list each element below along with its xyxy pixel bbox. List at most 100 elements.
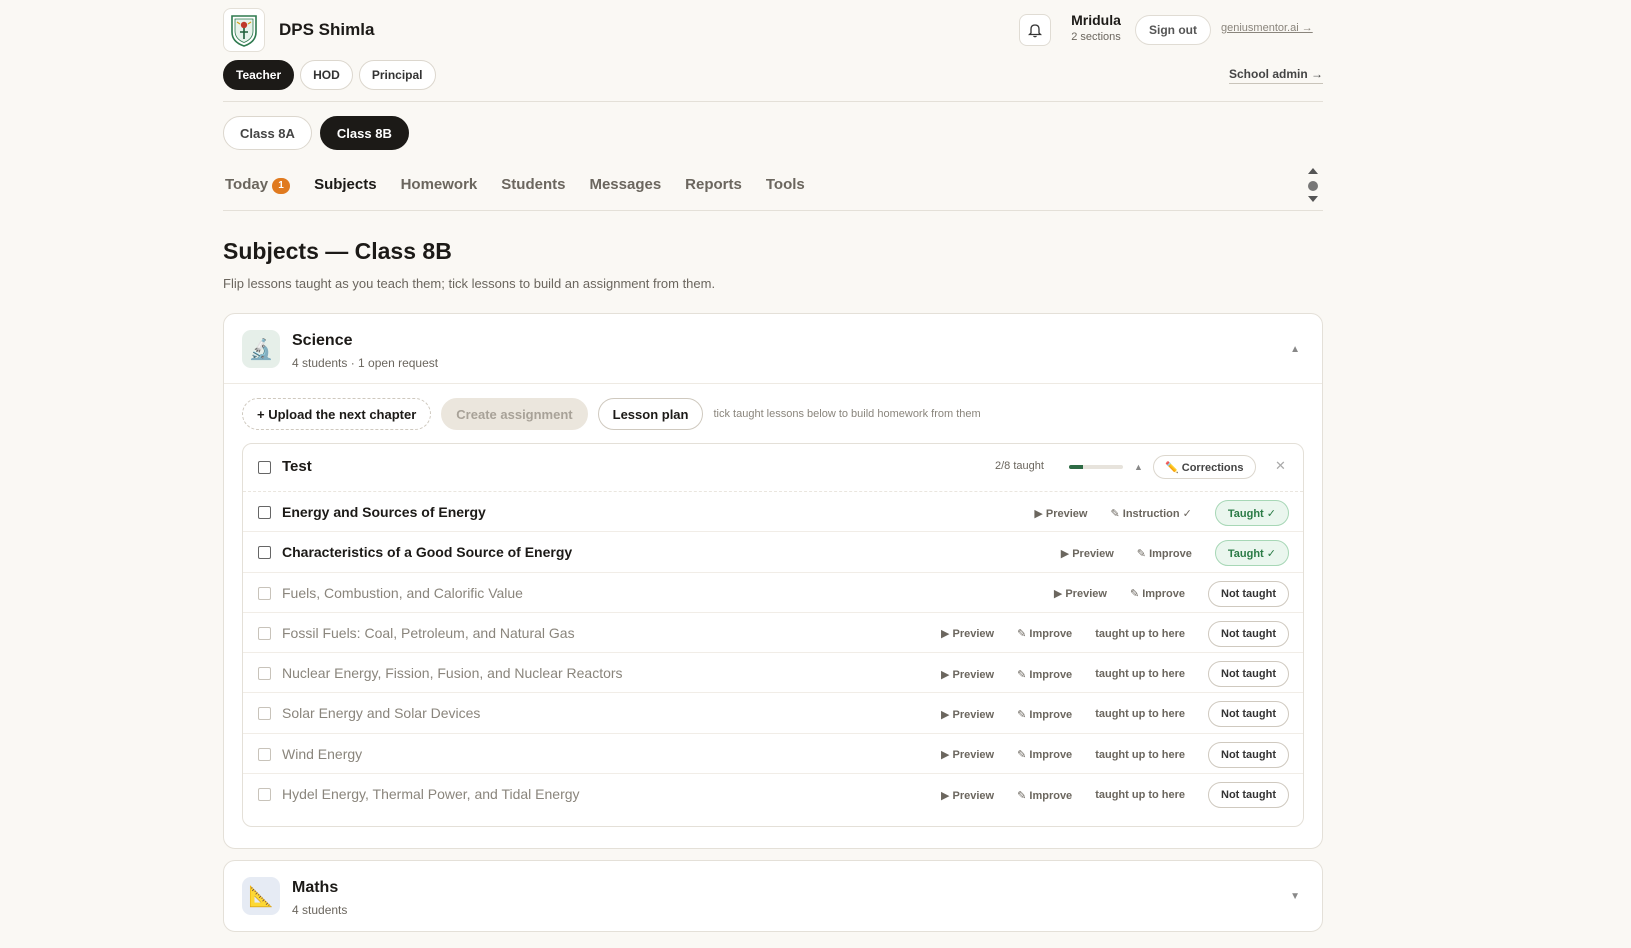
improve-button[interactable]: ✎ Improve <box>1017 708 1072 721</box>
lesson-status-toggle[interactable]: Not taught <box>1208 580 1289 607</box>
collapse-chevron-icon[interactable]: ▲ <box>1290 344 1300 355</box>
chapter-progress-label: 2/8 taught <box>995 460 1044 472</box>
lesson-checkbox[interactable] <box>258 667 271 681</box>
top-header: DPS Shimla Mridula 2 sections Sign out g… <box>223 8 1323 52</box>
class-8b[interactable]: Class 8B <box>319 116 409 150</box>
divider <box>224 383 1322 384</box>
lesson-row: Wind Energy ▶ Preview ✎ Improve taught up t… <box>243 734 1303 775</box>
lesson-status-toggle[interactable]: Not taught <box>1208 620 1289 647</box>
tab-reports[interactable]: Reports <box>685 176 742 194</box>
chapter-progress-bar <box>1069 465 1123 469</box>
lesson-title: Energy and Sources of Energy <box>282 504 486 520</box>
lesson-plan-button[interactable]: Lesson plan <box>597 398 704 430</box>
lesson-row: Solar Energy and Solar Devices ▶ Preview ✎… <box>243 693 1303 734</box>
class-switcher: Class 8A Class 8B <box>223 116 409 150</box>
set-square-icon: 📐 <box>242 877 280 915</box>
lesson-status-toggle[interactable]: Not taught <box>1208 782 1289 809</box>
lesson-status-toggle[interactable]: Not taught <box>1208 701 1289 728</box>
preview-button[interactable]: ▶ Preview <box>941 627 994 640</box>
role-switcher: Teacher HOD Principal <box>223 60 436 90</box>
taught-up-to-here-button[interactable]: taught up to here <box>1095 708 1185 720</box>
page-subtitle: Flip lessons taught as you teach them; t… <box>223 276 716 291</box>
preview-button[interactable]: ▶ Preview <box>941 708 994 721</box>
create-assignment-button[interactable]: Create assignment <box>441 398 588 430</box>
subject-name: Science <box>292 332 353 349</box>
role-teacher[interactable]: Teacher <box>223 60 295 90</box>
role-principal[interactable]: Principal <box>358 60 436 90</box>
tab-homework[interactable]: Homework <box>401 176 478 194</box>
user-name: Mridula <box>1071 12 1121 28</box>
scroll-up-icon[interactable] <box>1308 168 1318 174</box>
preview-button[interactable]: ▶ Preview <box>1054 587 1107 600</box>
lesson-checkbox[interactable] <box>258 788 271 802</box>
improve-button[interactable]: ✎ Improve <box>1130 587 1185 600</box>
preview-button[interactable]: ▶ Preview <box>1034 507 1087 520</box>
preview-button[interactable]: ▶ Preview <box>941 748 994 761</box>
user-info: Mridula 2 sections <box>1065 12 1127 43</box>
lesson-checkbox[interactable] <box>258 626 271 640</box>
taught-up-to-here-button[interactable]: taught up to here <box>1095 749 1185 761</box>
chapter-collapse-icon[interactable]: ▲ <box>1134 462 1143 472</box>
tab-students[interactable]: Students <box>501 176 565 194</box>
tabs-scrollbar[interactable] <box>1307 168 1319 206</box>
lesson-status-toggle[interactable]: Taught ✓ <box>1214 540 1289 567</box>
lesson-actions: ▶ Preview ✎ Improve taught up to here Not t… <box>941 620 1289 647</box>
lesson-checkbox[interactable] <box>258 586 271 600</box>
class-8a[interactable]: Class 8A <box>223 116 312 150</box>
improve-button[interactable]: ✎ Improve <box>1017 748 1072 761</box>
actions-hint: tick taught lessons below to build homew… <box>713 408 981 420</box>
chapter-title: Test <box>282 458 312 475</box>
improve-button[interactable]: ✎ Improve <box>1017 789 1072 802</box>
lesson-actions: ▶ Preview ✎ Improve taught up to here Not t… <box>941 661 1289 688</box>
tab-messages[interactable]: Messages <box>589 176 661 194</box>
lesson-checkbox[interactable] <box>258 707 271 721</box>
instruction-button[interactable]: ✎ Instruction ✓ <box>1110 507 1191 520</box>
site-link[interactable]: geniusmentor.ai → <box>1221 22 1313 34</box>
lesson-actions: ▶ Preview ✎ Improve taught up to here Not t… <box>941 701 1289 728</box>
lesson-list: Energy and Sources of Energy ▶ Preview ✎ I… <box>243 492 1303 814</box>
tab-today[interactable]: Today 1 <box>225 176 291 194</box>
lesson-status-toggle[interactable]: Not taught <box>1208 661 1289 688</box>
chapter-card: Test 2/8 taught ▲ ✏️ Corrections ✕ Energ… <box>242 443 1304 827</box>
lesson-checkbox[interactable] <box>258 506 271 519</box>
preview-button[interactable]: ▶ Preview <box>941 668 994 681</box>
improve-button[interactable]: ✎ Improve <box>1017 668 1072 681</box>
chapter-header: Test 2/8 taught ▲ ✏️ Corrections ✕ <box>243 444 1303 492</box>
divider <box>223 101 1323 102</box>
lesson-title: Fossil Fuels: Coal, Petroleum, and Natur… <box>282 624 575 641</box>
lesson-title: Solar Energy and Solar Devices <box>282 705 481 722</box>
today-count-badge: 1 <box>272 178 291 194</box>
school-admin-link[interactable]: School admin → <box>1228 67 1323 84</box>
subject-actions: + Upload the next chapter Create assignm… <box>242 398 981 430</box>
expand-chevron-icon[interactable]: ▼ <box>1290 891 1300 902</box>
corrections-button[interactable]: ✏️ Corrections <box>1153 455 1256 479</box>
taught-up-to-here-button[interactable]: taught up to here <box>1095 628 1185 640</box>
taught-up-to-here-button[interactable]: taught up to here <box>1095 668 1185 680</box>
upload-chapter-button[interactable]: + Upload the next chapter <box>242 398 432 430</box>
close-icon[interactable]: ✕ <box>1275 458 1286 474</box>
lesson-checkbox[interactable] <box>258 747 271 761</box>
preview-button[interactable]: ▶ Preview <box>941 789 994 802</box>
microscope-icon: 🔬 <box>242 330 280 368</box>
school-logo <box>223 8 265 52</box>
sign-out-button[interactable]: Sign out <box>1135 15 1211 45</box>
lesson-row: Fuels, Combustion, and Calorific Value ▶ … <box>243 573 1303 613</box>
lesson-title: Nuclear Energy, Fission, Fusion, and Nuc… <box>282 665 623 682</box>
lesson-status-toggle[interactable]: Taught ✓ <box>1214 500 1289 526</box>
taught-up-to-here-button[interactable]: taught up to here <box>1095 789 1185 801</box>
preview-button[interactable]: ▶ Preview <box>1061 547 1114 560</box>
lesson-checkbox[interactable] <box>258 546 271 560</box>
lesson-status-toggle[interactable]: Not taught <box>1208 741 1289 768</box>
improve-button[interactable]: ✎ Improve <box>1137 547 1192 560</box>
tab-tools[interactable]: Tools <box>766 176 805 194</box>
improve-button[interactable]: ✎ Improve <box>1017 627 1072 640</box>
subject-header[interactable]: 🔬 Science 4 students · 1 open request <box>242 330 438 370</box>
scroll-down-icon[interactable] <box>1308 196 1318 202</box>
subject-header[interactable]: 📐 Maths 4 students <box>242 877 347 917</box>
role-hod[interactable]: HOD <box>300 60 353 90</box>
lesson-title: Wind Energy <box>282 745 363 762</box>
tab-subjects[interactable]: Subjects <box>314 176 377 194</box>
chapter-checkbox[interactable] <box>258 461 271 474</box>
scroll-thumb[interactable] <box>1308 181 1318 191</box>
notifications-button[interactable] <box>1019 14 1051 46</box>
